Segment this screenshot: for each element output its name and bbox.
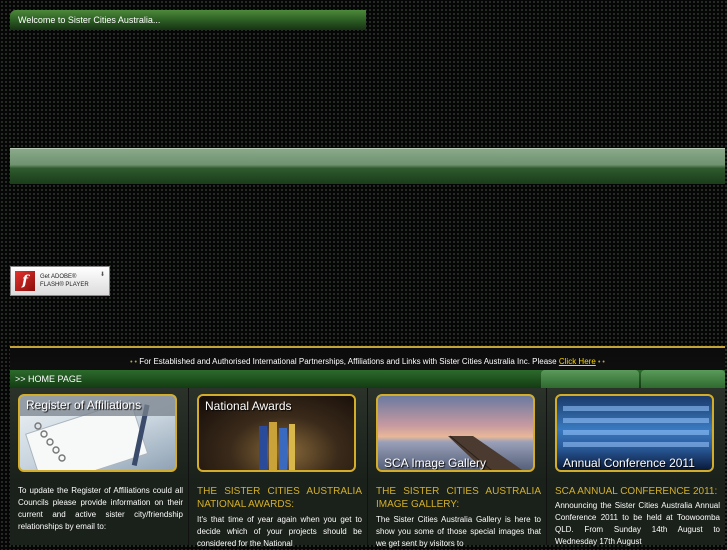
image-gallery-image[interactable]: SCA Image Gallery <box>376 394 535 472</box>
nav-tab-blank-2[interactable] <box>641 370 725 388</box>
click-here-link[interactable]: Click Here <box>559 357 596 366</box>
annual-conference-image[interactable]: Annual Conference 2011 <box>555 394 714 472</box>
flash-badge-line2: FLASH® PLAYER <box>40 282 89 288</box>
national-awards-label: National Awards <box>205 399 292 413</box>
flash-badge-line1: Get ADOBE® <box>40 274 77 280</box>
nav-tab-blank-1[interactable] <box>541 370 639 388</box>
gallery-title: THE SISTER CITIES AUSTRALIA IMAGE GALLER… <box>376 486 541 510</box>
notice-bullets-left: • • <box>130 359 137 366</box>
download-arrow-icon: ⬇ <box>99 272 105 278</box>
flash-icon: f <box>15 271 35 291</box>
column-gallery: SCA Image Gallery THE SISTER CITIES AUST… <box>368 388 547 548</box>
conference-title: SCA ANNUAL CONFERENCE 2011: <box>555 486 718 497</box>
column-register: Register of Affiliations To update the R… <box>10 388 189 545</box>
notice-text: For Established and Authorised Internati… <box>139 357 557 366</box>
column-conference: Annual Conference 2011 SCA ANNUAL CONFER… <box>547 388 725 546</box>
register-affiliations-label: Register of Affiliations <box>26 398 142 412</box>
conference-description: Announcing the Sister Cities Australia A… <box>555 501 720 546</box>
feature-columns: Register of Affiliations To update the R… <box>10 388 725 548</box>
annual-conference-label: Annual Conference 2011 <box>563 456 695 470</box>
notice-bar: • • For Established and Authorised Inter… <box>10 346 725 372</box>
awards-title: THE SISTER CITIES AUSTRALIA NATIONAL AWA… <box>197 486 362 510</box>
banner-bar <box>10 148 725 184</box>
nav-bar: >> HOME PAGE <box>10 370 725 388</box>
national-awards-image[interactable]: National Awards <box>197 394 356 472</box>
notice-bullets-right: • • <box>598 359 605 366</box>
register-description: To update the Register of Affiliations c… <box>18 486 183 531</box>
flash-badge-text: Get ADOBE® FLASH® PLAYER <box>40 273 89 289</box>
register-affiliations-image[interactable]: Register of Affiliations <box>18 394 177 472</box>
nav-home-page[interactable]: >> HOME PAGE <box>15 374 82 384</box>
image-gallery-label: SCA Image Gallery <box>384 456 487 470</box>
welcome-text: Welcome to Sister Cities Australia... <box>18 15 161 25</box>
column-awards: National Awards THE SISTER CITIES AUSTRA… <box>189 388 368 548</box>
get-flash-player-button[interactable]: f Get ADOBE® FLASH® PLAYER ⬇ <box>10 266 110 296</box>
welcome-bar: Welcome to Sister Cities Australia... <box>10 10 366 30</box>
